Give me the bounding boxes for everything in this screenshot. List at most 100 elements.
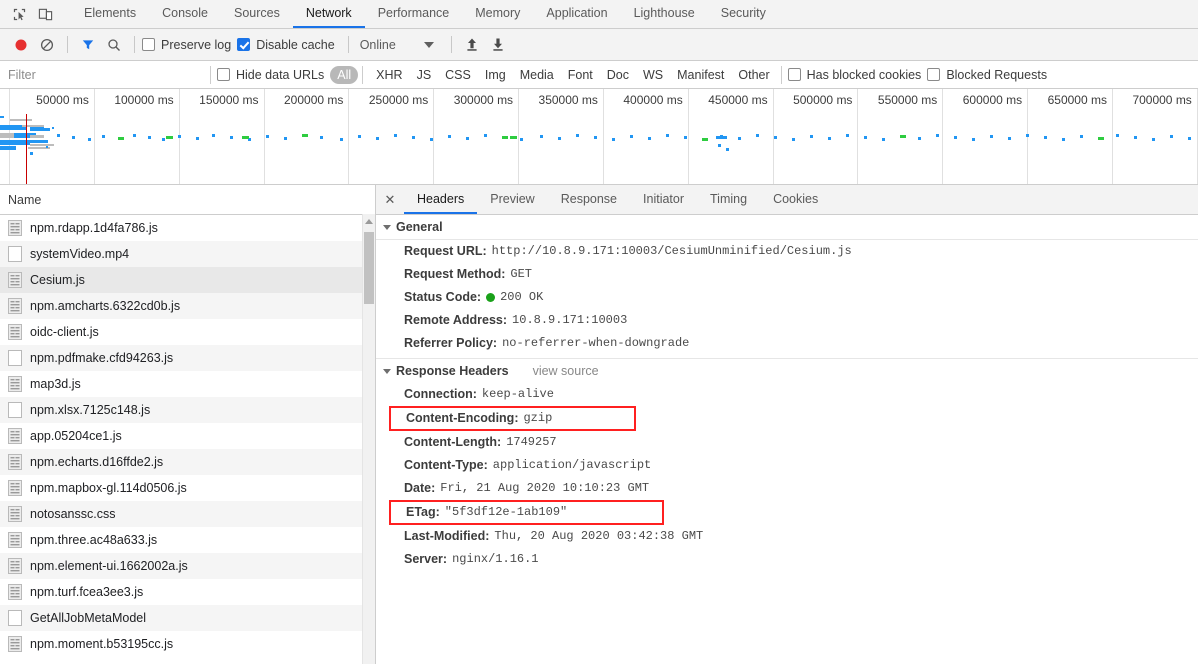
type-filter-css[interactable]: CSS — [438, 66, 478, 84]
tab-performance[interactable]: Performance — [365, 0, 463, 28]
tab-sources[interactable]: Sources — [221, 0, 293, 28]
blocked-requests-checkbox[interactable]: Blocked Requests — [927, 68, 1047, 82]
type-filter-media[interactable]: Media — [513, 66, 561, 84]
request-row-name: npm.mapbox-gl.114d0506.js — [30, 481, 187, 495]
overview-bar — [726, 148, 729, 151]
overview-bar — [102, 135, 105, 138]
request-list-header[interactable]: Name — [0, 185, 375, 215]
overview-bar — [30, 135, 44, 138]
preserve-log-checkbox[interactable]: Preserve log — [142, 38, 231, 52]
request-list-body[interactable]: npm.rdapp.1d4fa786.js systemVideo.mp4 Cesi… — [0, 215, 375, 664]
close-icon[interactable]: ✕ — [376, 185, 404, 214]
detail-tab-cookies[interactable]: Cookies — [760, 185, 831, 214]
detail-tab-initiator[interactable]: Initiator — [630, 185, 697, 214]
header-row: Content-Length: 1749257 — [376, 431, 1198, 454]
request-row[interactable]: npm.xlsx.7125c148.js — [0, 397, 375, 423]
chevron-down-icon[interactable] — [423, 41, 434, 48]
request-row[interactable]: npm.pdfmake.cfd94263.js — [0, 345, 375, 371]
status-ok-indicator-icon — [486, 293, 496, 302]
overview-bar — [1080, 135, 1083, 138]
overview-bar — [792, 138, 795, 141]
request-row[interactable]: GetAllJobMetaModel — [0, 605, 375, 631]
request-row-name: npm.element-ui.1662002a.js — [30, 559, 188, 573]
overview-bar — [756, 134, 759, 137]
general-section-header[interactable]: General — [376, 215, 1198, 240]
overview-bar — [864, 136, 867, 139]
detail-tab-response[interactable]: Response — [548, 185, 630, 214]
network-overview[interactable]: 50000 ms 100000 ms 150000 ms 200000 ms 25000… — [0, 89, 1198, 185]
overview-tick-label: 550000 ms — [877, 93, 938, 107]
request-row[interactable]: npm.three.ac48a633.js — [0, 527, 375, 553]
type-filter-doc[interactable]: Doc — [600, 66, 636, 84]
throttling-select[interactable]: Online — [356, 38, 398, 52]
request-row[interactable]: notosanssc.css — [0, 501, 375, 527]
request-row[interactable]: Cesium.js — [0, 267, 375, 293]
filter-input[interactable] — [0, 61, 206, 88]
overview-tick-label: 650000 ms — [1047, 93, 1107, 107]
inspect-element-icon[interactable] — [6, 1, 32, 27]
overview-bar — [612, 138, 615, 141]
filter-funnel-icon[interactable] — [75, 32, 101, 58]
request-row[interactable]: map3d.js — [0, 371, 375, 397]
request-row[interactable]: npm.mapbox-gl.114d0506.js — [0, 475, 375, 501]
type-filter-all[interactable]: All — [330, 65, 359, 84]
request-row[interactable]: npm.moment.b53195cc.js — [0, 631, 375, 657]
type-filter-ws[interactable]: WS — [636, 66, 670, 84]
overview-tick-label: 350000 ms — [538, 93, 598, 107]
overview-bar — [72, 136, 75, 139]
overview-bar — [57, 134, 60, 137]
request-row[interactable]: npm.echarts.d16ffde2.js — [0, 449, 375, 475]
has-blocked-cookies-checkbox[interactable]: Has blocked cookies — [787, 68, 921, 82]
search-icon[interactable] — [101, 32, 127, 58]
hide-data-urls-box[interactable] — [217, 68, 230, 81]
tab-console[interactable]: Console — [149, 0, 221, 28]
tab-application[interactable]: Application — [533, 0, 620, 28]
request-row[interactable]: npm.turf.fcea3ee3.js — [0, 579, 375, 605]
type-filter-js[interactable]: JS — [410, 66, 439, 84]
clear-icon[interactable] — [34, 32, 60, 58]
has-blocked-cookies-box[interactable] — [787, 68, 801, 81]
type-filter-xhr[interactable]: XHR — [369, 66, 409, 84]
overview-bar — [166, 136, 173, 139]
request-row[interactable]: npm.amcharts.6322cd0b.js — [0, 293, 375, 319]
response-headers-section-header[interactable]: Response Headers view source — [376, 359, 1198, 383]
preserve-log-box[interactable] — [142, 38, 155, 51]
tab-memory[interactable]: Memory — [462, 0, 533, 28]
blocked-requests-box[interactable] — [927, 68, 941, 81]
tab-lighthouse[interactable]: Lighthouse — [621, 0, 708, 28]
tab-elements[interactable]: Elements — [71, 0, 149, 28]
detail-tab-timing[interactable]: Timing — [697, 185, 760, 214]
scrollbar-up-arrow-icon[interactable] — [365, 219, 373, 224]
overview-tick-label: 400000 ms — [623, 93, 683, 107]
record-button-icon[interactable] — [8, 32, 34, 58]
type-filter-other[interactable]: Other — [731, 66, 776, 84]
overview-bar — [118, 137, 124, 140]
overview-bar — [722, 136, 727, 139]
scrollbar-thumb[interactable] — [364, 232, 374, 304]
request-list-scrollbar[interactable] — [362, 214, 375, 664]
tab-network[interactable]: Network — [292, 0, 365, 28]
request-row[interactable]: oidc-client.js — [0, 319, 375, 345]
tab-security[interactable]: Security — [708, 0, 779, 28]
tab-network-label: Network — [305, 6, 352, 20]
overview-bar — [718, 144, 721, 147]
disable-cache-box[interactable] — [237, 38, 251, 51]
request-row[interactable]: npm.element-ui.1662002a.js — [0, 553, 375, 579]
hide-data-urls-checkbox[interactable]: Hide data URLs — [217, 68, 324, 82]
view-source-link[interactable]: view source — [533, 364, 599, 378]
import-har-icon[interactable] — [459, 32, 485, 58]
export-har-icon[interactable] — [485, 32, 511, 58]
type-filter-font[interactable]: Font — [561, 66, 600, 84]
detail-tab-headers[interactable]: Headers — [404, 185, 478, 214]
request-row[interactable]: app.05204ce1.js — [0, 423, 375, 449]
device-toolbar-icon[interactable] — [32, 1, 58, 27]
script-file-icon — [8, 428, 22, 444]
disable-cache-checkbox[interactable]: Disable cache — [237, 38, 335, 52]
type-filter-manifest[interactable]: Manifest — [670, 66, 731, 84]
type-filter-img[interactable]: Img — [478, 66, 513, 84]
request-row[interactable]: systemVideo.mp4 — [0, 241, 375, 267]
overview-bar — [936, 134, 939, 137]
request-row[interactable]: npm.rdapp.1d4fa786.js — [0, 215, 375, 241]
detail-tab-preview[interactable]: Preview — [477, 185, 547, 214]
overview-bar — [284, 137, 287, 140]
